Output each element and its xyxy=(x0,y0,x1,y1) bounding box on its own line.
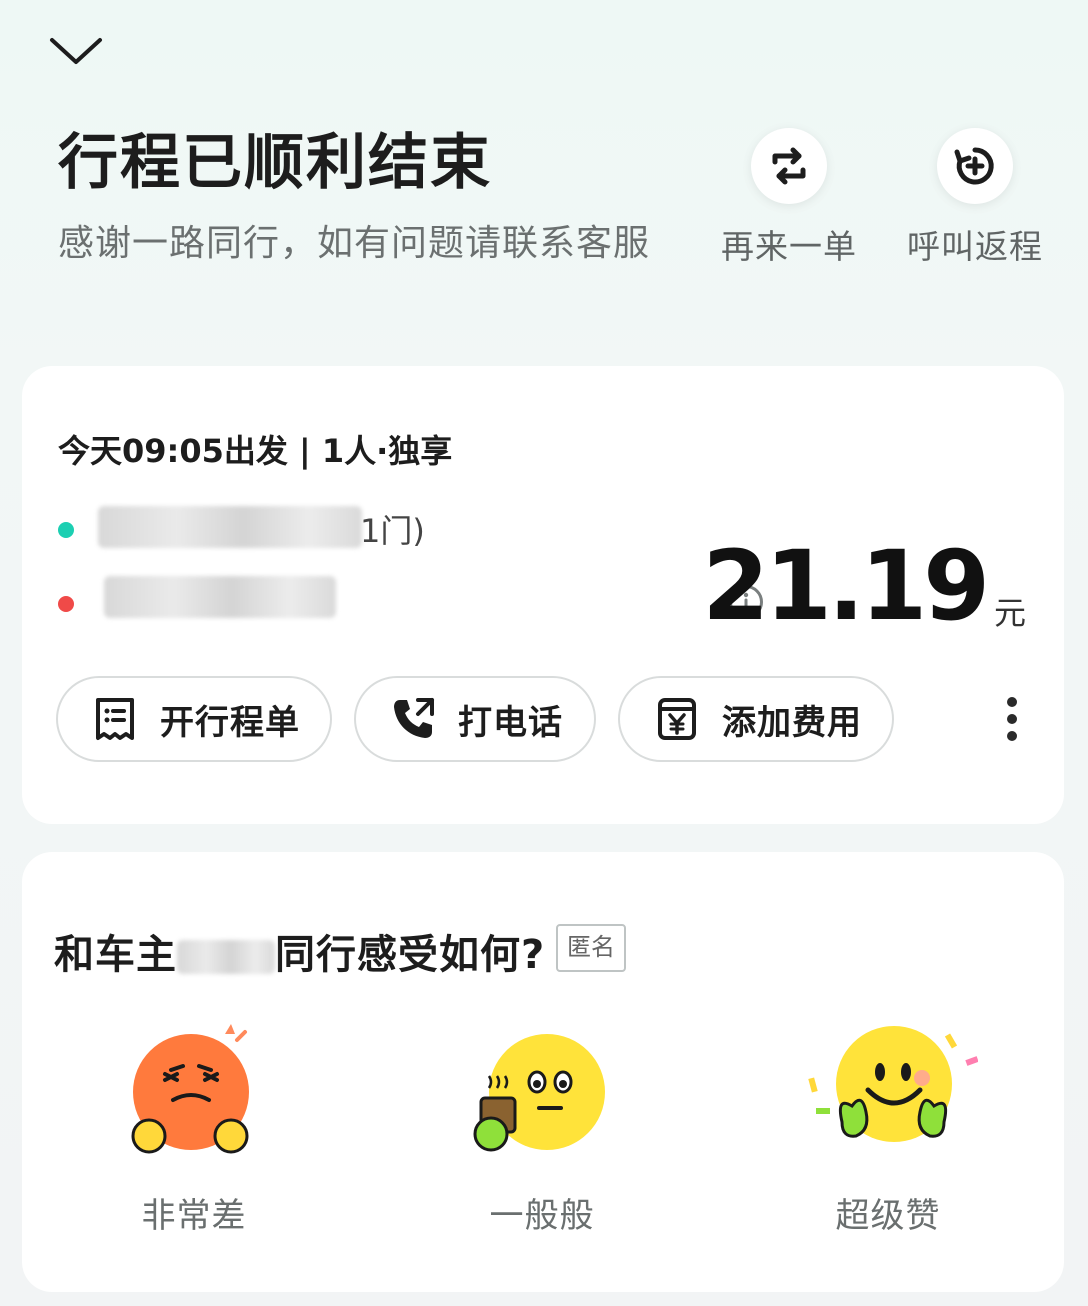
rating-option-average[interactable]: 一般般 xyxy=(442,1018,642,1237)
phone-icon xyxy=(390,696,436,742)
rating-question-prefix: 和车主 xyxy=(54,932,177,978)
receipt-icon xyxy=(92,696,138,742)
add-fee-icon xyxy=(654,696,700,742)
trip-summary-card: 今天09:05出发 | 1人·独享 1门) 21.19 元 开行程单 打电话 添… xyxy=(22,366,1064,824)
repeat-icon xyxy=(751,128,827,204)
collapse-chevron-icon[interactable] xyxy=(46,30,106,74)
dropoff-address-redacted xyxy=(104,576,336,618)
fare-currency: 元 xyxy=(993,594,1026,632)
happy-face-icon xyxy=(808,1026,979,1142)
neutral-face-icon xyxy=(473,1034,605,1152)
rating-option-terrible[interactable]: 非常差 xyxy=(94,1018,294,1237)
page-title: 行程已顺利结束 xyxy=(58,128,492,198)
rating-option-terrible-label: 非常差 xyxy=(141,1196,247,1236)
trip-meta: 今天09:05出发 | 1人·独享 xyxy=(58,432,453,470)
call-label: 打电话 xyxy=(458,702,563,743)
pickup-dot xyxy=(58,522,74,538)
dropoff-dot xyxy=(58,596,74,612)
rating-option-great-label: 超级赞 xyxy=(835,1196,941,1236)
call-button[interactable]: 打电话 xyxy=(354,676,596,762)
return-trip-label: 呼叫返程 xyxy=(907,227,1043,266)
angry-face-icon xyxy=(131,1024,249,1154)
driver-name-redacted xyxy=(177,940,275,974)
issue-receipt-label: 开行程单 xyxy=(160,702,300,743)
issue-receipt-button[interactable]: 开行程单 xyxy=(56,676,332,762)
rating-option-great[interactable]: 超级赞 xyxy=(788,1018,988,1237)
anonymous-badge: 匿名 xyxy=(556,924,626,972)
page-subtitle: 感谢一路同行，如有问题请联系客服 xyxy=(58,223,651,264)
return-trip-icon xyxy=(937,128,1013,204)
pickup-address-tail: 1门) xyxy=(360,512,425,550)
driver-rating-card: 和车主 同行感受如何? 匿名 非常差 一般般 超级赞 xyxy=(22,852,1064,1292)
pickup-address-redacted xyxy=(98,506,362,548)
call-return-trip-button[interactable]: 呼叫返程 xyxy=(880,128,1070,268)
fare-amount: 21.19 xyxy=(702,530,990,642)
rating-option-average-label: 一般般 xyxy=(489,1196,595,1236)
add-fee-button[interactable]: 添加费用 xyxy=(618,676,894,762)
rating-question: 和车主 同行感受如何? xyxy=(54,922,545,980)
add-fee-label: 添加费用 xyxy=(722,702,862,743)
rating-question-suffix: 同行感受如何? xyxy=(275,932,546,978)
reorder-label: 再来一单 xyxy=(721,227,857,266)
more-options-icon[interactable] xyxy=(1000,696,1024,742)
reorder-button[interactable]: 再来一单 xyxy=(694,128,884,268)
